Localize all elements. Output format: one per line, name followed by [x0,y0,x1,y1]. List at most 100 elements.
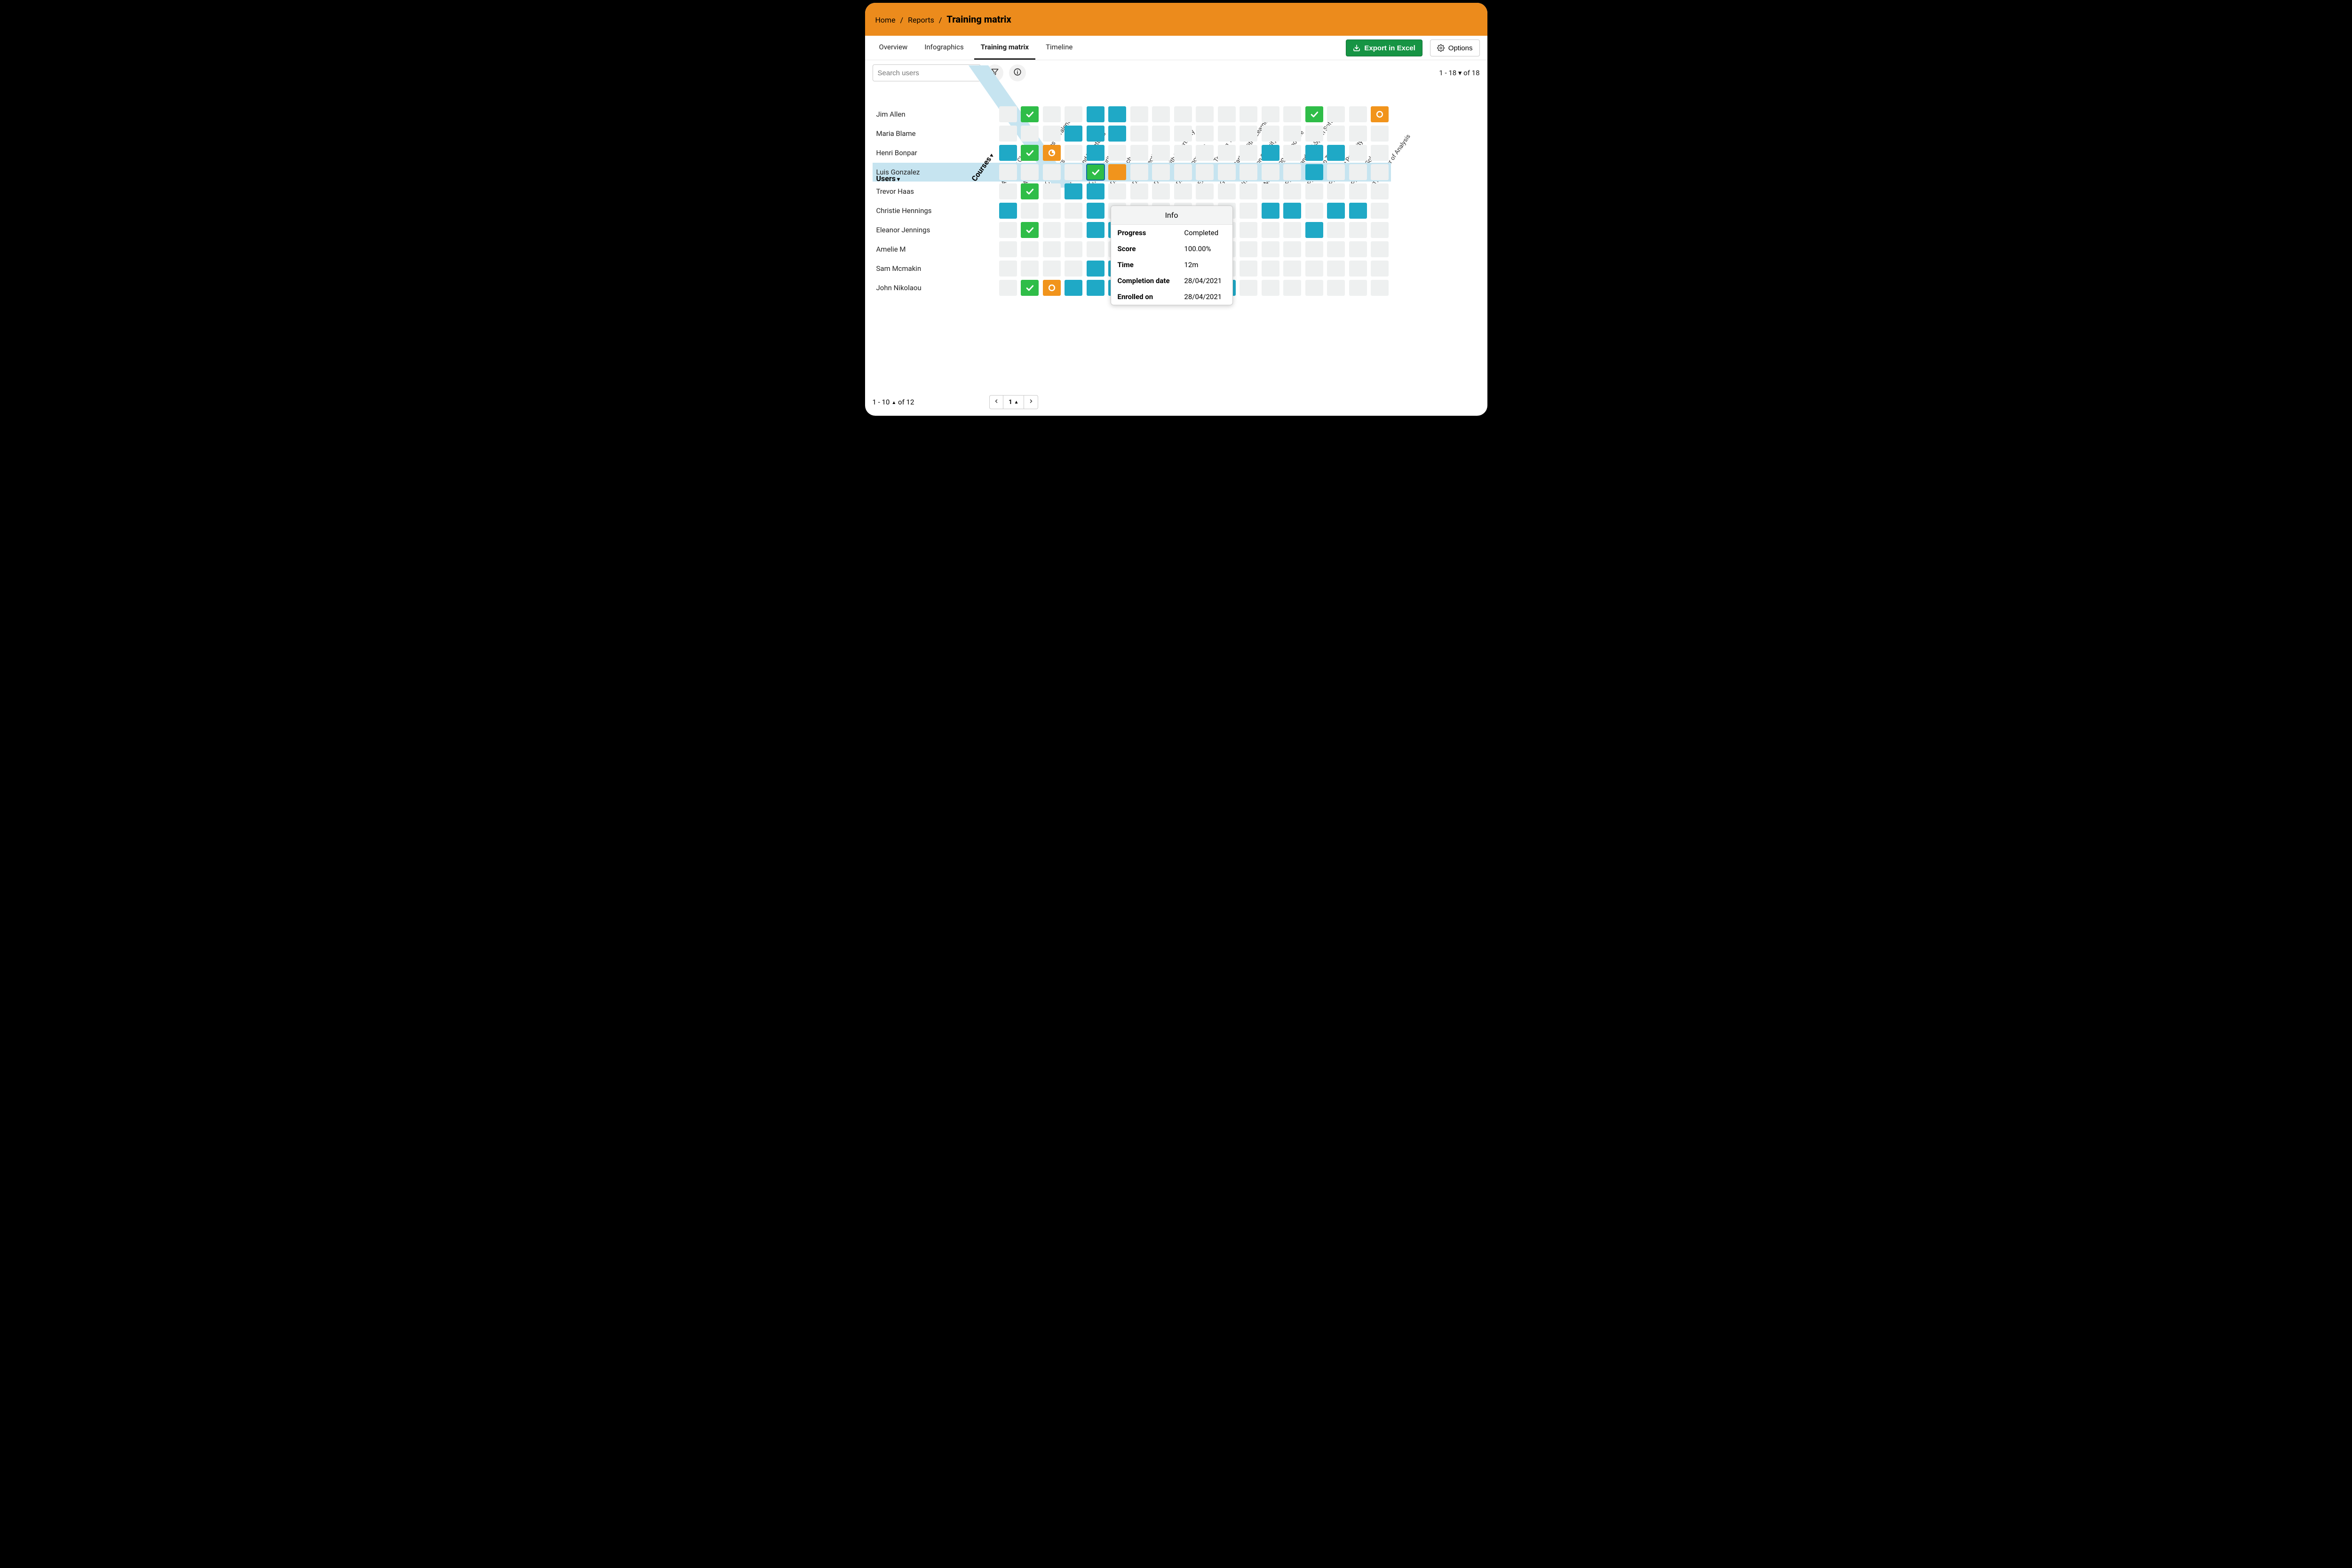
matrix-cell[interactable] [1194,182,1216,201]
matrix-cell[interactable] [1238,105,1260,124]
matrix-cell[interactable] [1325,201,1347,220]
matrix-cell[interactable] [1238,221,1260,239]
matrix-cell[interactable] [1041,259,1063,278]
matrix-cell[interactable] [1347,124,1369,143]
matrix-cell[interactable] [1085,221,1107,239]
options-button[interactable]: Options [1430,40,1480,56]
matrix-cell[interactable] [1281,259,1303,278]
matrix-cell[interactable] [997,124,1019,143]
matrix-cell[interactable] [1260,240,1282,259]
matrix-cell[interactable] [1238,240,1260,259]
matrix-cell[interactable] [1085,163,1107,182]
matrix-cell[interactable] [997,240,1019,259]
matrix-cell[interactable] [1325,124,1347,143]
pager-prev[interactable] [989,395,1003,409]
matrix-cell[interactable] [1128,143,1151,162]
matrix-cell[interactable] [1369,278,1391,297]
matrix-cell[interactable] [1303,259,1326,278]
matrix-cell[interactable] [1019,124,1041,143]
matrix-cell[interactable] [1260,278,1282,297]
search-input[interactable] [873,64,981,81]
matrix-cell[interactable] [1281,105,1303,124]
matrix-cell[interactable] [1238,201,1260,220]
matrix-cell[interactable] [1085,259,1107,278]
matrix-cell[interactable] [997,143,1019,162]
matrix-cell[interactable] [1303,201,1326,220]
user-name[interactable]: Christie Hennings [873,201,997,220]
matrix-cell[interactable] [1019,278,1041,297]
pager-next[interactable] [1024,395,1038,409]
matrix-cell[interactable] [1260,182,1282,201]
matrix-cell[interactable] [1260,124,1282,143]
matrix-cell[interactable] [1369,143,1391,162]
matrix-cell[interactable] [1128,124,1151,143]
user-name[interactable]: Eleanor Jennings [873,221,997,239]
user-name[interactable]: John Nikolaou [873,278,997,297]
matrix-cell[interactable] [1325,259,1347,278]
matrix-cell[interactable] [1128,105,1151,124]
matrix-cell[interactable] [1260,143,1282,162]
matrix-cell[interactable] [1325,278,1347,297]
matrix-cell[interactable] [1085,124,1107,143]
matrix-cell[interactable] [997,105,1019,124]
matrix-cell[interactable] [1106,182,1128,201]
matrix-cell[interactable] [1238,143,1260,162]
matrix-cell[interactable] [1369,124,1391,143]
matrix-cell[interactable] [1325,221,1347,239]
matrix-cell[interactable] [1281,182,1303,201]
matrix-cell[interactable] [1347,278,1369,297]
matrix-cell[interactable] [1041,124,1063,143]
matrix-cell[interactable] [1194,105,1216,124]
matrix-cell[interactable] [1172,124,1194,143]
matrix-cell[interactable] [1150,163,1172,182]
matrix-cell[interactable] [1260,105,1282,124]
matrix-cell[interactable] [1063,143,1085,162]
matrix-cell[interactable] [1216,124,1238,143]
matrix-cell[interactable] [1106,143,1128,162]
matrix-cell[interactable] [1019,143,1041,162]
matrix-cell[interactable] [1347,259,1369,278]
matrix-cell[interactable] [1347,143,1369,162]
tab-overview[interactable]: Overview [873,36,914,60]
matrix-cell[interactable] [1303,221,1326,239]
matrix-cell[interactable] [1369,259,1391,278]
matrix-cell[interactable] [1347,201,1369,220]
matrix-cell[interactable] [1172,143,1194,162]
matrix-cell[interactable] [1260,163,1282,182]
matrix-cell[interactable] [1347,163,1369,182]
matrix-cell[interactable] [1369,221,1391,239]
matrix-cell[interactable] [1369,201,1391,220]
matrix-cell[interactable] [1238,182,1260,201]
matrix-cell[interactable] [1281,163,1303,182]
matrix-cell[interactable] [1128,182,1151,201]
matrix-cell[interactable] [1325,240,1347,259]
matrix-cell[interactable] [1216,182,1238,201]
matrix-cell[interactable] [997,182,1019,201]
breadcrumb-reports[interactable]: Reports [908,16,934,24]
matrix-cell[interactable] [1281,143,1303,162]
matrix-cell[interactable] [1106,124,1128,143]
matrix-cell[interactable] [1063,182,1085,201]
matrix-cell[interactable] [1063,124,1085,143]
matrix-cell[interactable] [997,163,1019,182]
matrix-cell[interactable] [997,278,1019,297]
matrix-cell[interactable] [1325,182,1347,201]
matrix-cell[interactable] [1041,105,1063,124]
matrix-cell[interactable] [1063,105,1085,124]
matrix-cell[interactable] [1063,259,1085,278]
matrix-cell[interactable] [1150,143,1172,162]
matrix-cell[interactable] [1019,240,1041,259]
matrix-cell[interactable] [1281,201,1303,220]
matrix-cell[interactable] [1128,163,1151,182]
breadcrumb-home[interactable]: Home [875,16,896,24]
matrix-cell[interactable] [1085,278,1107,297]
matrix-cell[interactable] [1063,240,1085,259]
matrix-cell[interactable] [1172,182,1194,201]
matrix-cell[interactable] [1281,240,1303,259]
matrix-cell[interactable] [1019,182,1041,201]
matrix-cell[interactable] [1303,278,1326,297]
matrix-cell[interactable] [1194,143,1216,162]
matrix-cell[interactable] [1150,124,1172,143]
matrix-cell[interactable] [1303,105,1326,124]
matrix-cell[interactable] [1172,163,1194,182]
